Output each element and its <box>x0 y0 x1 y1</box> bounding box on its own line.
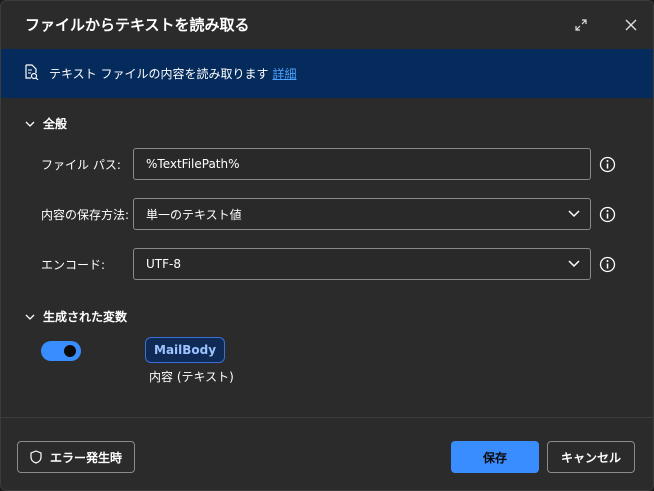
close-icon[interactable] <box>617 11 645 39</box>
details-link[interactable]: 詳細 <box>272 65 296 82</box>
file-path-label: ファイル パス: <box>41 158 121 172</box>
dialog-title: ファイルからテキストを読み取る <box>25 16 250 34</box>
general-section-title: 全般 <box>43 117 68 131</box>
chevron-down-icon <box>25 314 35 320</box>
document-search-icon <box>23 63 39 84</box>
encoding-select[interactable]: UTF-8 <box>133 248 591 280</box>
general-section-header[interactable]: 全般 <box>25 115 67 132</box>
variable-name-chip[interactable]: MailBody <box>145 337 226 363</box>
file-path-input[interactable]: %TextFilePath% <box>133 148 591 180</box>
toggle-knob <box>64 345 76 357</box>
info-icon[interactable] <box>599 206 616 223</box>
cancel-button[interactable]: キャンセル <box>547 441 635 473</box>
save-button[interactable]: 保存 <box>451 441 539 473</box>
title-bar: ファイルからテキストを読み取る <box>1 1 653 49</box>
dialog-footer: エラー発生時 保存 キャンセル <box>1 417 653 490</box>
storage-method-value: 単一のテキスト値 <box>146 207 242 222</box>
variable-toggle[interactable] <box>41 341 81 361</box>
banner-text: テキスト ファイルの内容を読み取ります <box>49 67 269 81</box>
chevron-down-icon <box>568 260 580 268</box>
chevron-down-icon <box>25 121 35 127</box>
encoding-value: UTF-8 <box>146 257 181 271</box>
info-icon[interactable] <box>599 256 616 273</box>
read-text-file-dialog: ファイルからテキストを読み取る テキスト ファイルの内容を読み取ります 詳細 全… <box>0 0 654 491</box>
storage-method-label: 内容の保存方法: <box>41 208 130 222</box>
variable-description: 内容 (テキスト) <box>149 370 234 384</box>
info-icon[interactable] <box>599 156 616 173</box>
on-error-label: エラー発生時 <box>49 450 122 465</box>
encoding-label: エンコード: <box>41 258 106 272</box>
variables-section-title: 生成された変数 <box>43 310 128 324</box>
storage-method-select[interactable]: 単一のテキスト値 <box>133 198 591 230</box>
chevron-down-icon <box>568 210 580 218</box>
file-path-value: %TextFilePath% <box>146 157 240 171</box>
expand-icon[interactable] <box>567 11 595 39</box>
variables-section-header[interactable]: 生成された変数 <box>25 308 127 325</box>
shield-icon <box>30 450 42 464</box>
info-banner: テキスト ファイルの内容を読み取ります 詳細 <box>1 49 653 98</box>
on-error-button[interactable]: エラー発生時 <box>17 441 135 473</box>
